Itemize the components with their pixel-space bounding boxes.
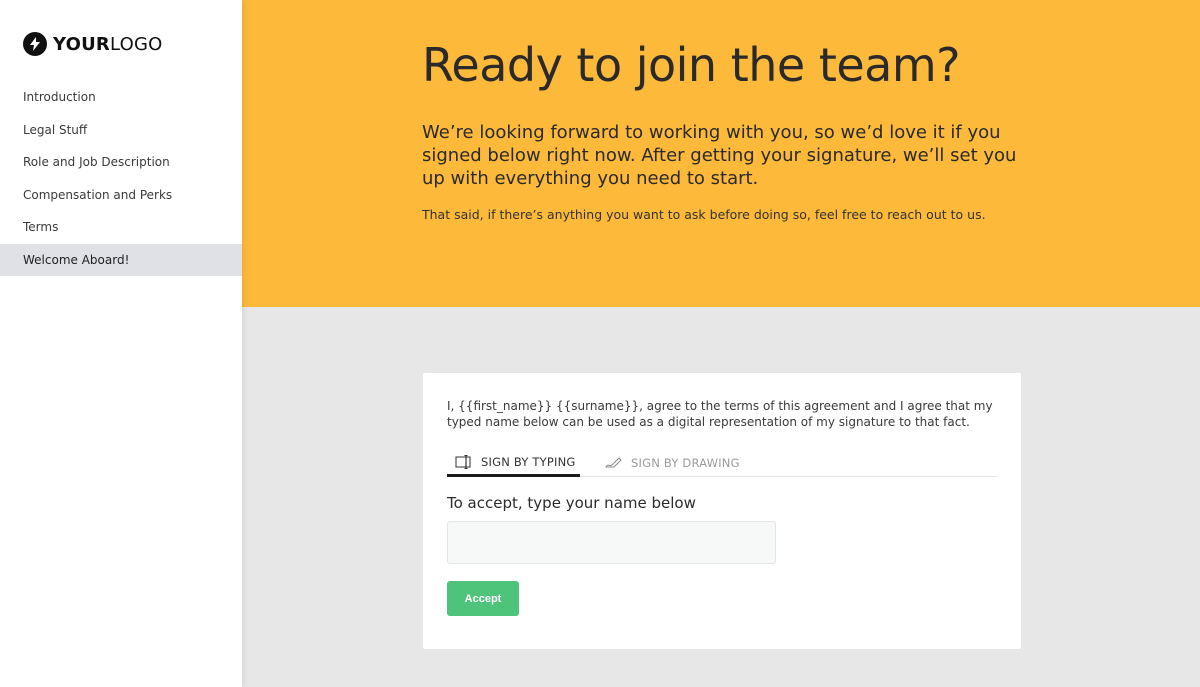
- tab-sign-by-drawing[interactable]: SIGN BY DRAWING: [605, 449, 740, 477]
- sidebar: YOURLOGO Introduction Legal Stuff Role a…: [0, 0, 242, 687]
- signature-name-input[interactable]: [447, 521, 776, 564]
- tab-sign-by-drawing-label: SIGN BY DRAWING: [631, 456, 740, 470]
- sidebar-nav: Introduction Legal Stuff Role and Job De…: [0, 81, 242, 276]
- signature-tabs: SIGN BY TYPING SIGN BY DRAWING: [447, 449, 997, 477]
- logo-text: YOURLOGO: [53, 33, 163, 55]
- pen-icon: [605, 457, 622, 468]
- page-title: Ready to join the team?: [422, 38, 961, 92]
- tab-sign-by-typing-label: SIGN BY TYPING: [481, 454, 576, 469]
- sidebar-item-role-and-job-description[interactable]: Role and Job Description: [0, 146, 242, 179]
- hero-lead-text: We’re looking forward to working with yo…: [422, 122, 1017, 189]
- lightning-bolt-icon: [23, 32, 47, 56]
- sidebar-item-terms[interactable]: Terms: [0, 211, 242, 244]
- logo[interactable]: YOURLOGO: [23, 32, 162, 56]
- sidebar-item-legal-stuff[interactable]: Legal Stuff: [0, 114, 242, 147]
- tab-sign-by-typing[interactable]: SIGN BY TYPING: [447, 449, 580, 477]
- signature-card: I, {{first_name}} {{surname}}, agree to …: [423, 373, 1021, 649]
- sidebar-item-compensation-and-perks[interactable]: Compensation and Perks: [0, 179, 242, 212]
- accept-button[interactable]: Accept: [447, 581, 519, 616]
- name-input-label: To accept, type your name below: [447, 494, 696, 512]
- sidebar-item-welcome-aboard[interactable]: Welcome Aboard!: [0, 243, 242, 276]
- hero-sub-text: That said, if there’s anything you want …: [422, 207, 986, 222]
- sidebar-item-introduction[interactable]: Introduction: [0, 81, 242, 114]
- text-cursor-icon: [455, 454, 471, 469]
- hero-section: Ready to join the team? We’re looking fo…: [242, 0, 1200, 307]
- agreement-text: I, {{first_name}} {{surname}}, agree to …: [447, 399, 993, 429]
